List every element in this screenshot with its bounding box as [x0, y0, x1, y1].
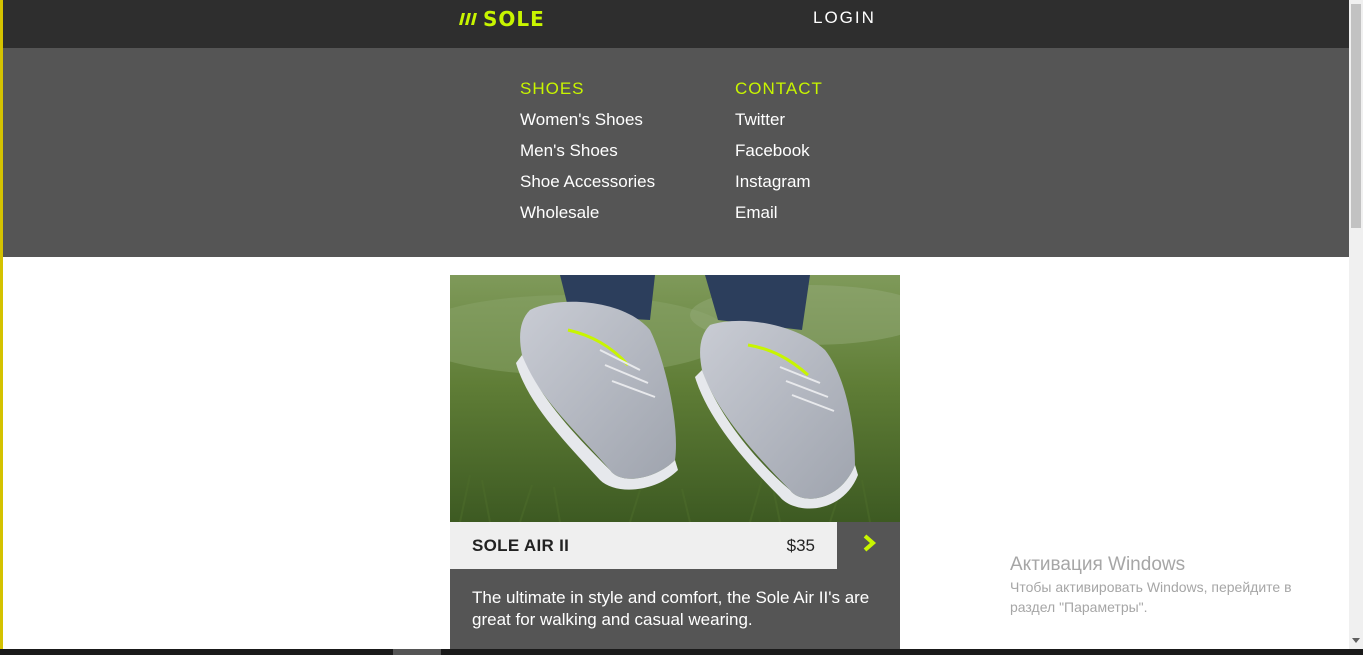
menu-column-contact: CONTACT Twitter Facebook Instagram Email [735, 79, 823, 234]
product-price: $35 [786, 536, 815, 555]
menu-link-mens-shoes[interactable]: Men's Shoes [520, 141, 655, 161]
product-next-button[interactable] [837, 522, 900, 569]
top-navbar: SOLE LOGIN [3, 0, 1349, 48]
menu-link-wholesale[interactable]: Wholesale [520, 203, 655, 223]
logo[interactable]: SOLE [459, 8, 545, 30]
product-image [450, 275, 900, 522]
menu-heading-contact: CONTACT [735, 79, 823, 98]
page: SOLE LOGIN SHOES Women's Shoes Men's Sho… [0, 0, 1349, 649]
product-card: SOLE AIR II $35 The ultimate in style an… [450, 275, 900, 649]
vertical-scrollbar[interactable] [1349, 0, 1363, 649]
logo-stripes-icon [459, 11, 479, 27]
scroll-down-arrow-icon[interactable] [1349, 636, 1363, 646]
menu-column-shoes: SHOES Women's Shoes Men's Shoes Shoe Acc… [520, 79, 655, 234]
product-name: SOLE AIR II [472, 536, 570, 555]
watermark-line-1: Чтобы активировать Windows, перейдите в [1010, 579, 1292, 595]
vertical-scrollbar-thumb[interactable] [1351, 4, 1361, 228]
product-title-box: SOLE AIR II $35 [450, 522, 837, 569]
horizontal-scrollbar-thumb[interactable] [393, 649, 441, 655]
windows-activation-watermark: Активация Windows Чтобы активировать Win… [1010, 553, 1340, 617]
login-link[interactable]: LOGIN [813, 8, 876, 28]
menu-link-facebook[interactable]: Facebook [735, 141, 823, 161]
watermark-line-2: раздел "Параметры". [1010, 599, 1148, 615]
horizontal-scrollbar[interactable] [0, 649, 1363, 655]
chevron-right-icon [861, 533, 877, 558]
menu-link-twitter[interactable]: Twitter [735, 110, 823, 130]
menu-link-shoe-accessories[interactable]: Shoe Accessories [520, 172, 655, 192]
menu-heading-shoes: SHOES [520, 79, 585, 98]
watermark-title: Активация Windows [1010, 554, 1186, 575]
menu-link-womens-shoes[interactable]: Women's Shoes [520, 110, 655, 130]
product-description: The ultimate in style and comfort, the S… [472, 588, 870, 629]
menu-link-email[interactable]: Email [735, 203, 823, 223]
product-description-box: The ultimate in style and comfort, the S… [450, 569, 900, 649]
dropdown-menu-panel: SHOES Women's Shoes Men's Shoes Shoe Acc… [3, 48, 1349, 257]
logo-text: SOLE [483, 7, 545, 31]
menu-link-instagram[interactable]: Instagram [735, 172, 823, 192]
product-title-bar: SOLE AIR II $35 [450, 522, 900, 569]
